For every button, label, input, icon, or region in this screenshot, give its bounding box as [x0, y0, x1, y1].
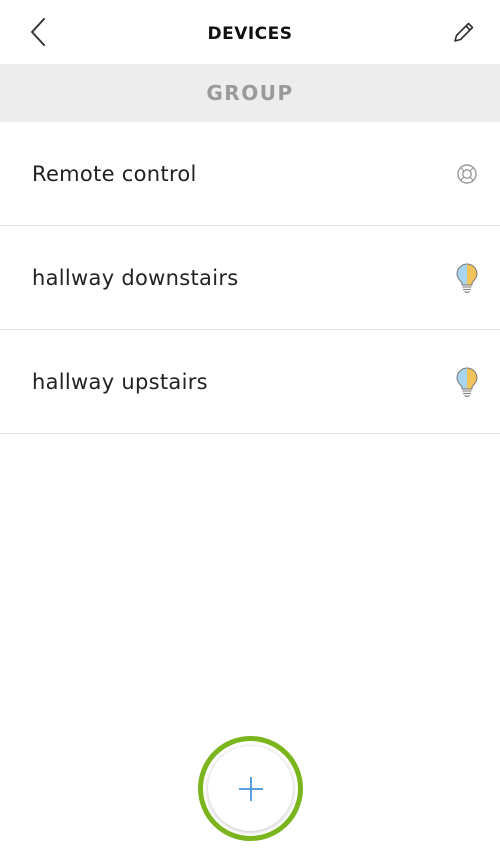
pencil-icon — [454, 22, 474, 42]
device-item-remote-control[interactable]: Remote control — [0, 122, 500, 226]
device-list: Remote control hallway downstairs hallwa… — [0, 122, 500, 434]
plus-icon — [238, 776, 263, 801]
remote-control-icon — [454, 157, 480, 191]
device-name: Remote control — [32, 161, 197, 186]
app-header: DEVICES — [0, 0, 500, 64]
device-item-hallway-downstairs[interactable]: hallway downstairs — [0, 226, 500, 330]
group-section-header: GROUP — [0, 64, 500, 122]
page-title: DEVICES — [207, 24, 293, 44]
add-button-highlight — [198, 736, 303, 841]
light-bulb-icon — [454, 261, 480, 295]
device-name: hallway downstairs — [32, 265, 239, 290]
edit-button[interactable] — [448, 16, 480, 48]
device-item-hallway-upstairs[interactable]: hallway upstairs — [0, 330, 500, 434]
section-label: GROUP — [206, 81, 294, 105]
light-bulb-icon — [454, 365, 480, 399]
device-name: hallway upstairs — [32, 369, 208, 394]
add-device-button[interactable] — [208, 746, 293, 831]
